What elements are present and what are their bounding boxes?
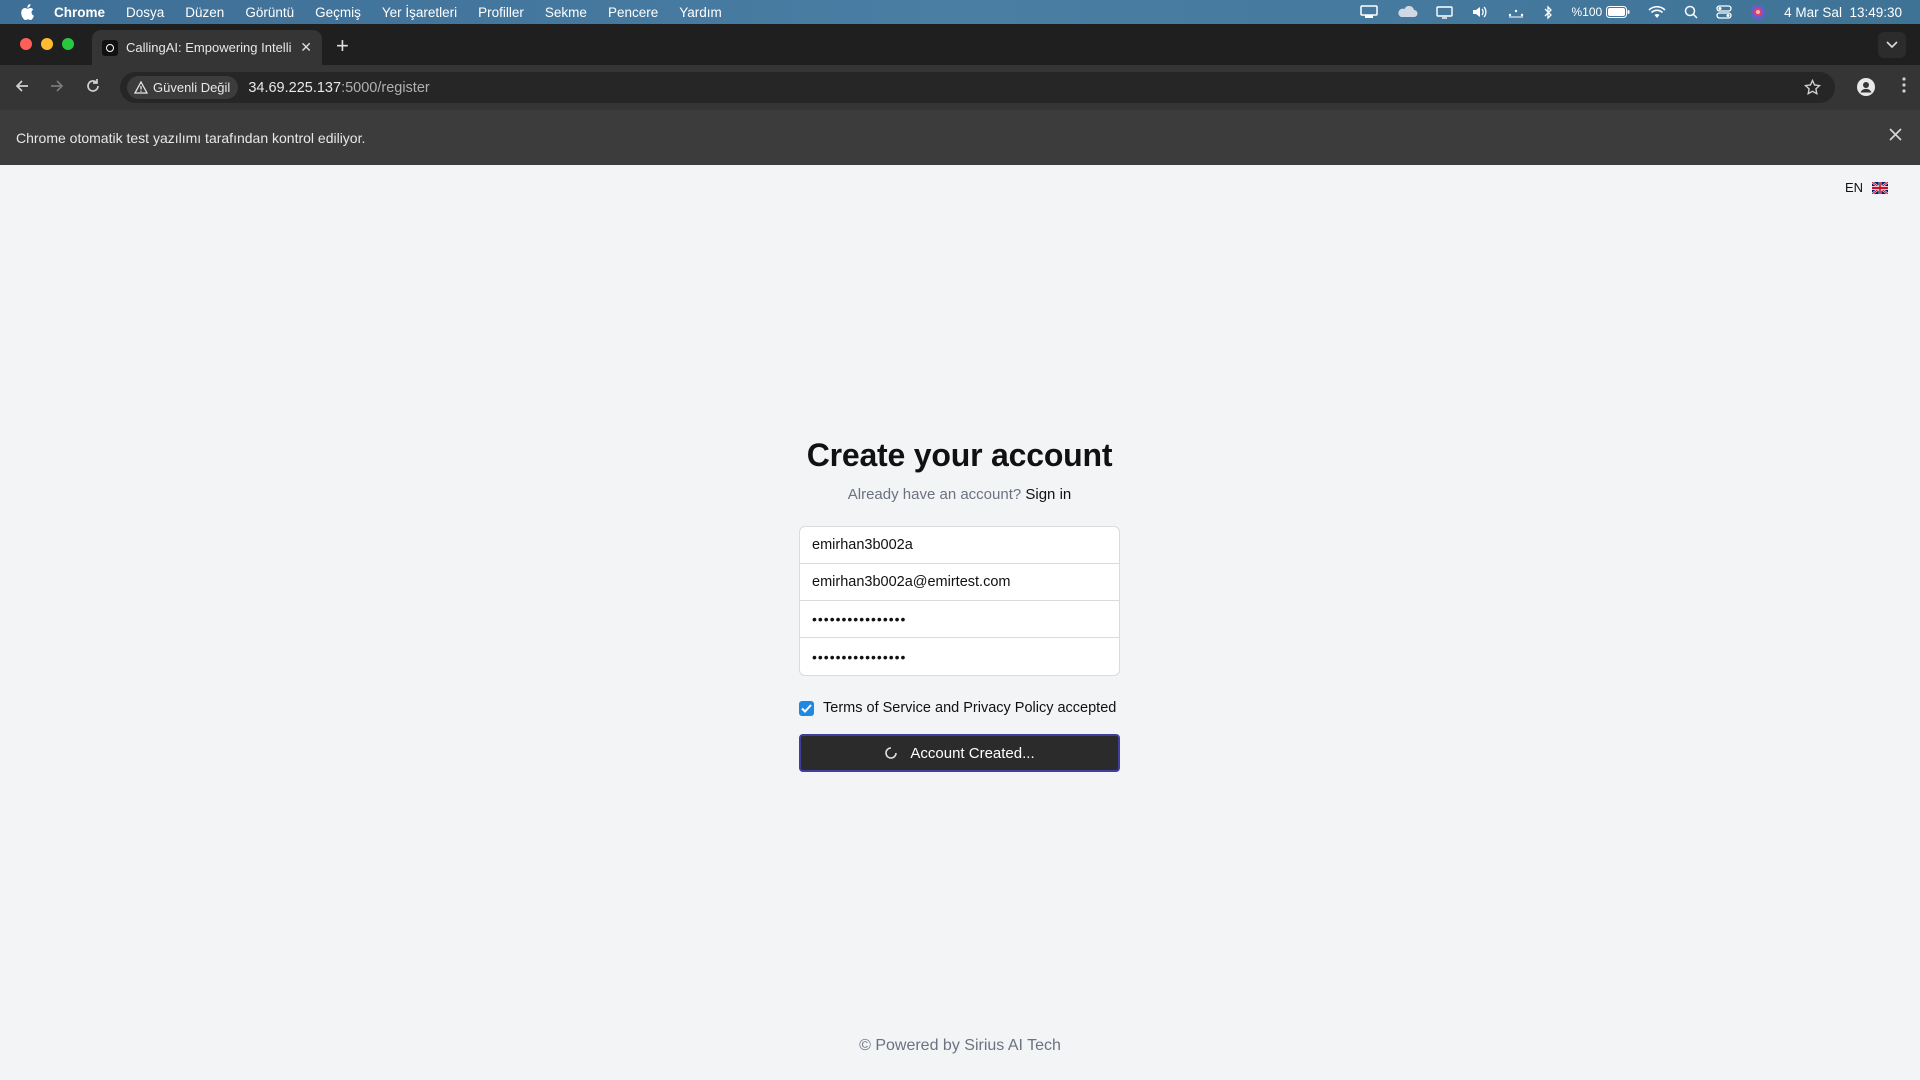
reload-button[interactable] (85, 78, 101, 99)
register-form: Create your account Already have an acco… (799, 437, 1120, 772)
site-favicon-icon (102, 39, 118, 56)
menu-bookmarks[interactable]: Yer İşaretleri (382, 5, 457, 20)
bluetooth-icon[interactable] (1543, 4, 1553, 20)
tab-search-button[interactable] (1878, 32, 1906, 58)
screen-mirror-icon[interactable] (1360, 5, 1379, 19)
minimize-window-button[interactable] (41, 38, 53, 50)
automation-infobar: Chrome otomatik test yazılımı tarafından… (0, 110, 1920, 165)
menu-bar: Chrome Dosya Düzen Görüntü Geçmiş Yer İş… (0, 0, 1920, 24)
menu-edit[interactable]: Düzen (185, 5, 224, 20)
wifi-icon[interactable] (1648, 5, 1666, 19)
back-button[interactable] (14, 78, 30, 99)
dots-icon[interactable] (1507, 6, 1525, 18)
signin-prompt: Already have an account? Sign in (799, 486, 1120, 503)
new-tab-button[interactable]: + (336, 35, 349, 57)
battery-percent: %100 (1571, 5, 1603, 19)
checkmark-icon (801, 703, 812, 713)
menu-profiles[interactable]: Profiller (478, 5, 524, 20)
signin-link[interactable]: Sign in (1025, 486, 1071, 503)
chrome-menu-icon[interactable] (1902, 77, 1906, 98)
url-path: :5000/register (341, 79, 430, 96)
uk-flag-icon (1872, 181, 1888, 194)
security-label: Güvenli Değil (153, 80, 231, 95)
confirm-password-field[interactable]: •••••••••••••••• (800, 638, 1119, 675)
terms-label: Terms of Service and Privacy Policy acce… (823, 700, 1117, 716)
page-title: Create your account (806, 437, 1113, 473)
menu-history[interactable]: Geçmiş (315, 5, 361, 20)
signin-prompt-text: Already have an account? (847, 486, 1022, 503)
terms-checkbox[interactable] (799, 700, 814, 716)
battery-icon[interactable] (1606, 6, 1630, 18)
username-field[interactable]: emirhan3b002a (800, 527, 1119, 564)
maximize-window-button[interactable] (62, 38, 74, 50)
volume-icon[interactable] (1471, 5, 1489, 19)
close-window-button[interactable] (20, 38, 32, 50)
tab-title: CallingAI: Empowering Intellig (126, 40, 293, 55)
email-field[interactable]: emirhan3b002a@emirtest.com (800, 564, 1119, 601)
url-text[interactable]: 34.69.225.137:5000/register (248, 80, 429, 96)
password-field[interactable]: •••••••••••••••• (800, 601, 1119, 638)
create-account-button-label: Account Created... (910, 744, 1035, 762)
search-icon[interactable] (1684, 5, 1698, 19)
input-group: emirhan3b002a emirhan3b002a@emirtest.com… (799, 526, 1120, 676)
tab-strip: CallingAI: Empowering Intellig ✕ + (0, 24, 1920, 65)
page-content: EN Create your account Already have an a… (0, 165, 1920, 1080)
language-selector[interactable]: EN (1845, 180, 1888, 195)
cloud-icon[interactable] (1396, 6, 1418, 18)
browser-toolbar: Güvenli Değil 34.69.225.137:5000/registe… (0, 65, 1920, 110)
infobar-close-icon[interactable] (1889, 128, 1902, 144)
infobar-message: Chrome otomatik test yazılımı tarafından… (16, 129, 366, 146)
menu-tab[interactable]: Sekme (545, 5, 587, 20)
tab-active[interactable]: CallingAI: Empowering Intellig ✕ (92, 30, 322, 65)
spinner-icon (885, 747, 898, 759)
warning-icon (134, 81, 148, 94)
create-account-button[interactable]: Account Created... (799, 734, 1120, 772)
security-indicator[interactable]: Güvenli Değil (127, 76, 239, 99)
menu-view[interactable]: Görüntü (245, 5, 294, 20)
menu-help[interactable]: Yardım (679, 5, 722, 20)
tab-close-icon[interactable]: ✕ (300, 39, 312, 56)
terms-row: Terms of Service and Privacy Policy acce… (799, 700, 1120, 716)
menu-window[interactable]: Pencere (608, 5, 658, 20)
profile-avatar-icon[interactable] (1856, 77, 1876, 102)
siri-icon[interactable] (1750, 4, 1766, 20)
menu-file[interactable]: Dosya (126, 5, 164, 20)
window-controls (20, 38, 74, 50)
address-bar[interactable]: Güvenli Değil 34.69.225.137:5000/registe… (120, 72, 1835, 103)
bookmark-star-icon[interactable] (1803, 78, 1822, 101)
language-code: EN (1844, 180, 1863, 195)
menu-app-name[interactable]: Chrome (54, 5, 105, 20)
forward-button[interactable] (49, 78, 65, 99)
footer: © Powered by Sirius AI Tech (859, 1037, 1061, 1054)
clock[interactable]: 4 Mar Sal 13:49:30 (1784, 5, 1902, 20)
control-center-icon[interactable] (1716, 5, 1732, 19)
url-host: 34.69.225.137 (248, 79, 342, 96)
display-icon[interactable] (1436, 5, 1454, 19)
apple-icon[interactable] (20, 4, 36, 20)
